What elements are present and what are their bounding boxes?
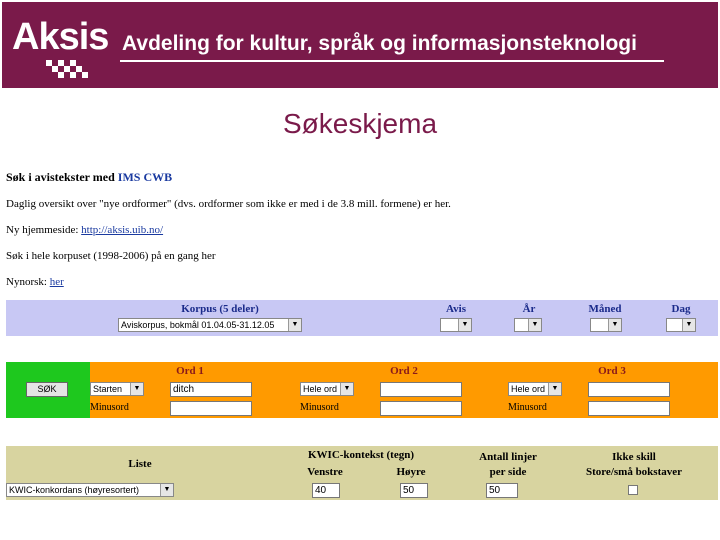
dag-header: Dag — [671, 303, 691, 315]
ord3-minus-input[interactable] — [588, 401, 670, 416]
ord3-header: Ord 3 — [598, 365, 626, 377]
venstre-label: Venstre — [307, 466, 343, 478]
ord2-input[interactable] — [380, 382, 462, 397]
chevron-down-icon: ▼ — [288, 319, 301, 331]
venstre-input[interactable]: 40 — [312, 483, 340, 498]
chevron-down-icon: ▼ — [608, 319, 621, 331]
corpus-header: Korpus (5 deler) — [181, 303, 259, 315]
maned-header: Måned — [588, 303, 622, 315]
logo-checker-icon — [46, 60, 88, 78]
chevron-down-icon: ▼ — [682, 319, 695, 331]
hoyre-label: Høyre — [396, 466, 426, 478]
chevron-down-icon: ▼ — [528, 319, 541, 331]
intro-heading-text: Søk i avistekster med — [6, 170, 115, 184]
ord2-mode-value: Hele ord — [303, 384, 338, 394]
lines-per-page-input[interactable]: 50 — [486, 483, 518, 498]
banner-background: Aksis Avdeling for kultur, språk og info… — [2, 2, 718, 88]
chevron-down-icon: ▼ — [548, 383, 561, 395]
ord3-mode-value: Hele ord — [511, 384, 546, 394]
ord1-header: Ord 1 — [176, 365, 204, 377]
banner-divider — [120, 60, 664, 62]
chevron-down-icon: ▼ — [458, 319, 471, 331]
ord3-minus-label: Minusord — [508, 402, 547, 413]
ord2-minus-label: Minusord — [300, 402, 339, 413]
homepage-line: Ny hjemmeside: http://aksis.uib.no/ — [6, 224, 163, 236]
case-header-2: Store/små bokstaver — [585, 466, 683, 478]
nynorsk-line: Nynorsk: her — [6, 276, 64, 288]
dag-select[interactable]: ▼ — [666, 318, 696, 332]
ord2-header: Ord 2 — [390, 365, 418, 377]
corpus-select-value: Aviskorpus, bokmål 01.04.05-31.12.05 — [121, 320, 275, 330]
header-banner: Aksis Avdeling for kultur, språk og info… — [0, 0, 720, 90]
lines-header-2: per side — [489, 466, 527, 478]
page-title: Søkeskjema — [282, 108, 438, 139]
daily-overview-text: Daglig oversikt over "nye ordformer" (dv… — [6, 198, 451, 210]
ord1-mode-select[interactable]: Starten ▼ — [90, 382, 144, 396]
chevron-down-icon: ▼ — [130, 383, 143, 395]
chevron-down-icon: ▼ — [160, 484, 173, 496]
ord1-minus-input[interactable] — [170, 401, 252, 416]
intro-heading: Søk i avistekster med IMS CWB — [6, 170, 172, 185]
corpus-select[interactable]: Aviskorpus, bokmål 01.04.05-31.12.05 ▼ — [118, 318, 302, 332]
nynorsk-label: Nynorsk: — [6, 276, 47, 288]
ord3-input[interactable] — [588, 382, 670, 397]
ims-cwb-label: IMS CWB — [117, 170, 173, 184]
maned-select[interactable]: ▼ — [590, 318, 622, 332]
ord2-minus-input[interactable] — [380, 401, 462, 416]
ar-header: År — [522, 303, 536, 315]
ord2-mode-select[interactable]: Hele ord ▼ — [300, 382, 354, 396]
case-insensitive-checkbox[interactable] — [628, 485, 638, 495]
liste-header: Liste — [128, 458, 152, 470]
ord3-mode-select[interactable]: Hele ord ▼ — [508, 382, 562, 396]
avis-select[interactable]: ▼ — [440, 318, 472, 332]
search-button[interactable]: SØK — [26, 382, 68, 397]
avis-header: Avis — [446, 303, 466, 315]
case-header-1: Ikke skill — [612, 451, 656, 463]
ar-select[interactable]: ▼ — [514, 318, 542, 332]
lines-header-1: Antall linjer — [479, 451, 537, 463]
liste-select-value: KWIC-konkordans (høyresortert) — [9, 485, 140, 495]
kwic-header: KWIC-kontekst (tegn) — [307, 449, 415, 461]
hoyre-input[interactable]: 50 — [400, 483, 428, 498]
homepage-label: Ny hjemmeside: — [6, 224, 79, 236]
ord1-minus-label: Minusord — [90, 402, 129, 413]
chevron-down-icon: ▼ — [340, 383, 353, 395]
department-title: Avdeling for kultur, språk og informasjo… — [122, 32, 637, 55]
ord1-mode-value: Starten — [93, 384, 123, 394]
homepage-link[interactable]: http://aksis.uib.no/ — [81, 224, 163, 236]
aksis-logo: Aksis — [12, 16, 109, 58]
ord1-input[interactable]: ditch — [170, 382, 252, 397]
nynorsk-link[interactable]: her — [50, 276, 64, 288]
liste-select[interactable]: KWIC-konkordans (høyresortert) ▼ — [6, 483, 174, 497]
full-corpus-search-text: Søk i hele korpuset (1998-2006) på en ga… — [6, 250, 216, 262]
